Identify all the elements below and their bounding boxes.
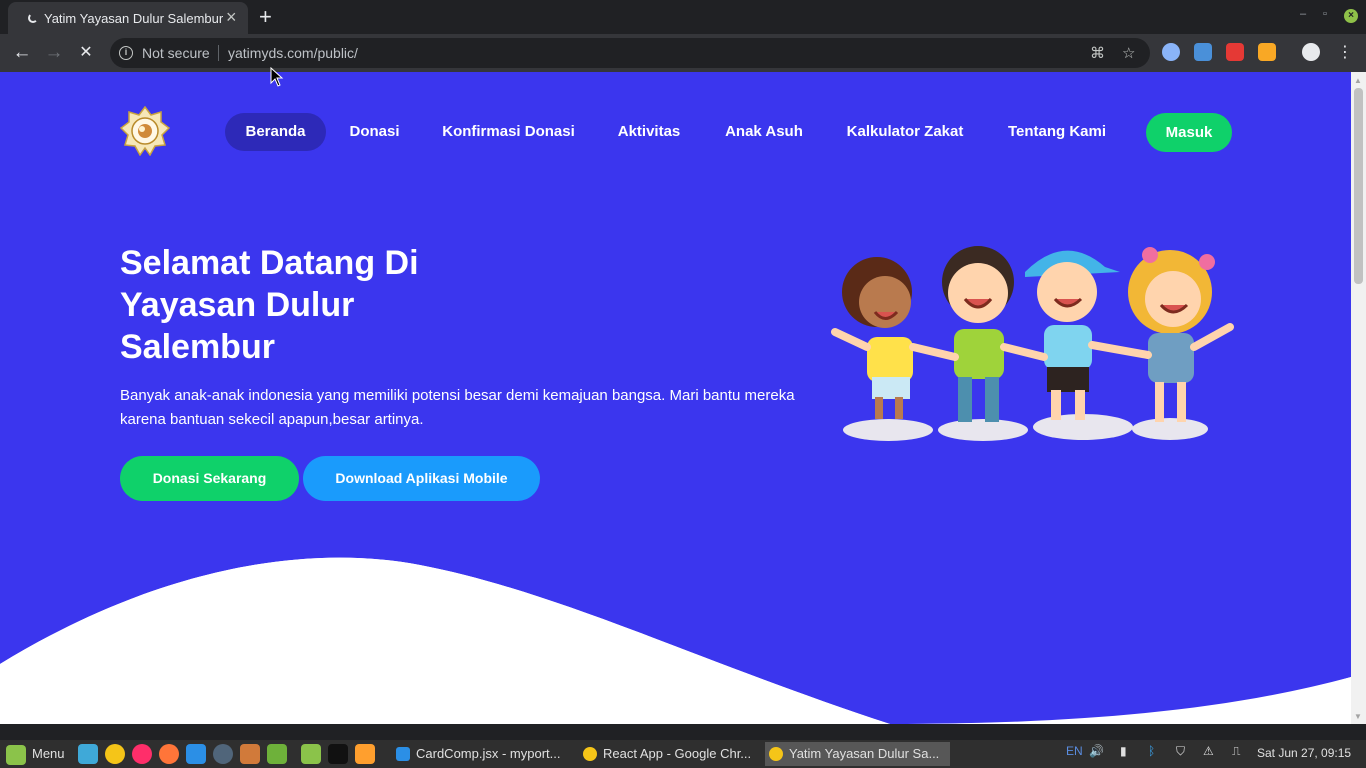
taskbar-window-vscode[interactable]: CardComp.jsx - myport... — [392, 742, 568, 766]
window-label: Yatim Yayasan Dulur Sa... — [789, 746, 940, 761]
nav-donasi[interactable]: Donasi — [334, 113, 415, 151]
tab-title: Yatim Yayasan Dulur Salembur — [44, 11, 224, 26]
extension-2-icon[interactable] — [1194, 43, 1212, 61]
window-close-icon[interactable]: × — [1344, 9, 1358, 23]
browser-tab[interactable]: Yatim Yayasan Dulur Salembur × — [8, 2, 248, 34]
nav-anak-asuh[interactable]: Anak Asuh — [714, 113, 814, 151]
clock[interactable]: Sat Jun 27, 09:15 — [1257, 746, 1351, 760]
chrome-small-icon — [583, 747, 597, 761]
loading-spinner-icon — [28, 13, 38, 23]
launcher-arrow-icon[interactable] — [78, 744, 98, 764]
security-label[interactable]: Not secure — [142, 45, 210, 61]
divider — [218, 45, 219, 61]
flickr-icon[interactable] — [132, 744, 152, 764]
nav-aktivitas[interactable]: Aktivitas — [604, 113, 694, 151]
login-button[interactable]: Masuk — [1146, 113, 1232, 152]
star-bookmark-icon[interactable]: ☆ — [1122, 44, 1135, 62]
stop-loading-icon[interactable]: ✕ — [73, 40, 99, 66]
nav-beranda[interactable]: Beranda — [225, 113, 326, 151]
warning-icon[interactable]: ⚠ — [1203, 744, 1214, 758]
extension-1-icon[interactable] — [1162, 43, 1180, 61]
battery-icon[interactable]: ▮ — [1120, 744, 1127, 758]
network-icon[interactable]: ⎍ — [1232, 744, 1240, 759]
start-menu-button[interactable]: Menu — [2, 742, 72, 766]
sublime-icon[interactable] — [240, 744, 260, 764]
mouse-cursor-icon — [270, 67, 284, 87]
postman-orange-icon[interactable] — [355, 744, 375, 764]
hero-title: Selamat Datang Di Yayasan Dulur Salembur — [120, 244, 419, 366]
tab-strip: Yatim Yayasan Dulur Salembur × + – ▫ × — [0, 0, 1366, 34]
window-label: CardComp.jsx - myport... — [416, 746, 561, 761]
bluetooth-icon[interactable]: ᛒ — [1148, 744, 1155, 758]
page-scrollbar[interactable]: ▲ ▼ — [1351, 72, 1366, 724]
mint-logo-icon — [6, 745, 26, 765]
window-label: React App - Google Chr... — [603, 746, 752, 761]
scroll-up-icon[interactable]: ▲ — [1354, 76, 1362, 85]
vscode-small-icon — [396, 747, 410, 761]
taskbar-window-yatim[interactable]: Yatim Yayasan Dulur Sa... — [765, 742, 950, 766]
wave-divider — [0, 557, 1351, 724]
chrome-small-icon — [769, 747, 783, 761]
extension-4-icon[interactable] — [1258, 43, 1276, 61]
children-illustration — [831, 246, 1234, 441]
nav-tentang-kami[interactable]: Tentang Kami — [996, 113, 1118, 151]
extension-3-icon[interactable] — [1226, 43, 1244, 61]
volume-icon[interactable]: 🔊 — [1089, 744, 1104, 758]
back-arrow-icon[interactable]: ← — [9, 40, 35, 66]
foundation-logo[interactable] — [120, 106, 170, 156]
terminal-icon[interactable] — [328, 744, 348, 764]
nav-konfirmasi-donasi[interactable]: Konfirmasi Donasi — [430, 113, 587, 151]
files-icon[interactable] — [301, 744, 321, 764]
minimize-icon[interactable]: – — [1300, 8, 1306, 20]
chrome-icon[interactable] — [105, 744, 125, 764]
new-tab-button[interactable]: + — [259, 4, 272, 30]
keyboard-language[interactable]: EN — [1066, 744, 1083, 758]
translate-icon[interactable]: ⌘ — [1090, 44, 1105, 62]
spreadsheet-icon[interactable] — [267, 744, 287, 764]
postman-icon[interactable] — [159, 744, 179, 764]
profile-avatar-icon[interactable] — [1302, 43, 1320, 61]
nav-kalkulator-zakat[interactable]: Kalkulator Zakat — [835, 113, 975, 151]
taskbar: Menu CardComp.jsx - myport... React App … — [0, 740, 1366, 768]
hero-description: Banyak anak-anak indonesia yang memiliki… — [120, 387, 795, 428]
taskbar-window-react[interactable]: React App - Google Chr... — [579, 742, 759, 766]
page-viewport: Beranda Donasi Konfirmasi Donasi Aktivit… — [0, 72, 1351, 724]
scrollbar-thumb[interactable] — [1354, 88, 1363, 284]
atom-icon[interactable] — [213, 744, 233, 764]
start-menu-label: Menu — [32, 746, 65, 761]
forward-arrow-icon[interactable]: → — [41, 40, 67, 66]
download-app-button[interactable]: Download Aplikasi Mobile — [303, 456, 540, 501]
address-bar[interactable]: i Not secure yatimyds.com/public/ ⌘ ☆ — [110, 38, 1150, 68]
kebab-menu-icon[interactable]: ⋮ — [1332, 40, 1358, 66]
browser-toolbar: ← → ✕ i Not secure yatimyds.com/public/ … — [0, 34, 1366, 72]
scroll-down-icon[interactable]: ▼ — [1354, 712, 1362, 721]
shield-icon[interactable]: ⛉ — [1176, 744, 1185, 759]
url-text[interactable]: yatimyds.com/public/ — [228, 45, 358, 61]
vscode-icon[interactable] — [186, 744, 206, 764]
maximize-icon[interactable]: ▫ — [1323, 8, 1327, 20]
tab-close-icon[interactable]: × — [226, 7, 237, 27]
donate-now-button[interactable]: Donasi Sekarang — [120, 456, 299, 501]
info-icon[interactable]: i — [119, 46, 133, 60]
